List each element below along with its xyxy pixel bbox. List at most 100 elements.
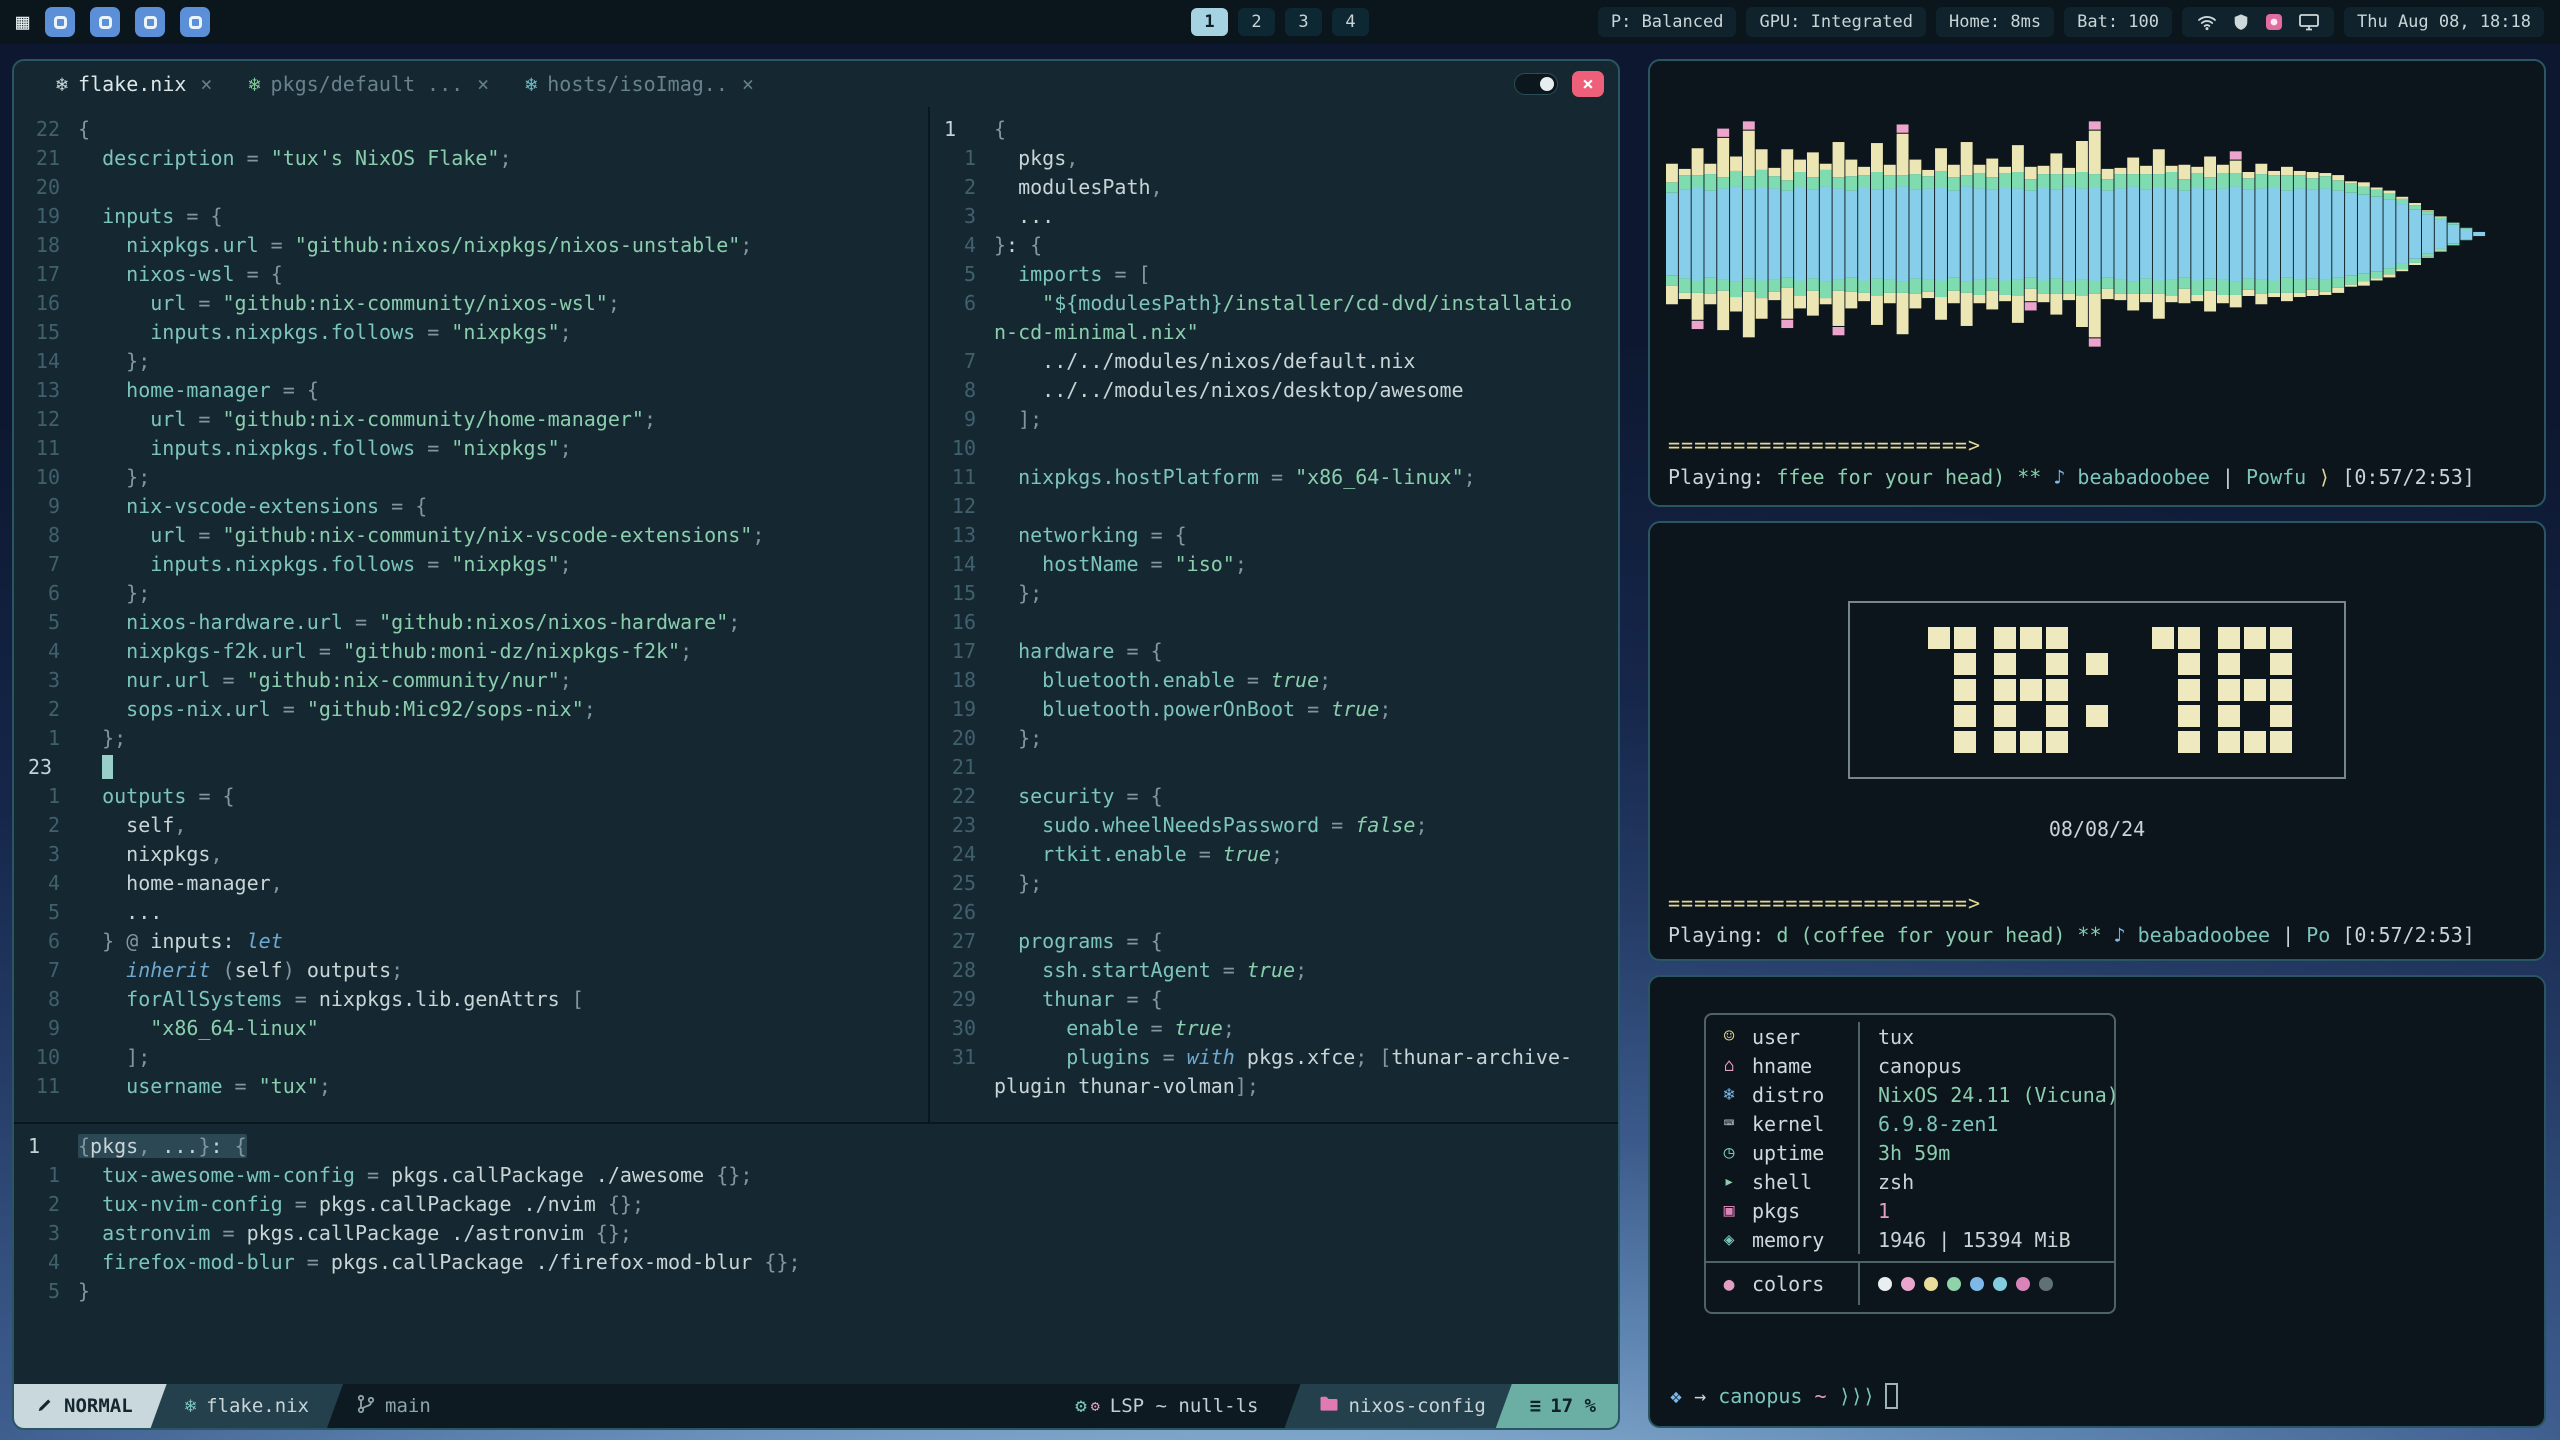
line-number: 14 bbox=[930, 550, 994, 579]
code-text: ... bbox=[994, 202, 1054, 231]
code-text: }; bbox=[78, 463, 150, 492]
code-text: home-manager = { bbox=[78, 376, 319, 405]
editor-tab-2[interactable]: ❄pkgs/default ...× bbox=[248, 72, 489, 96]
app-icon[interactable] bbox=[180, 7, 210, 37]
line-number: 31 bbox=[930, 1043, 994, 1072]
project-label: nixos-config bbox=[1349, 1395, 1486, 1417]
code-text: rtkit.enable = true; bbox=[994, 840, 1283, 869]
status-pill-0: P: Balanced bbox=[1598, 7, 1737, 37]
tab-close-icon[interactable]: × bbox=[477, 72, 489, 96]
shell-prompt[interactable]: ❖ → canopus ~ ⟩⟩⟩ bbox=[1670, 1383, 1898, 1409]
statusline-right: ⚙ ⚙ LSP ~ null-ls nixos-config ≡ 17 % bbox=[1049, 1384, 1618, 1428]
app-icon[interactable] bbox=[45, 7, 75, 37]
clock-cell bbox=[1928, 627, 1950, 649]
text-segment: beabadoobee bbox=[2077, 465, 2209, 489]
code-line: plugin thunar-volman]; bbox=[930, 1072, 1618, 1101]
clock-cell bbox=[2086, 653, 2108, 675]
tab-bar: ❄flake.nix× ❄pkgs/default ...× ❄hosts/isoI… bbox=[14, 61, 1618, 107]
pane-flake-nix[interactable]: 22{21 description = "tux's NixOS Flake";… bbox=[14, 107, 930, 1122]
code-line: n-cd-minimal.nix" bbox=[930, 318, 1618, 347]
audio-visualizer bbox=[1666, 79, 2486, 389]
clock-cell bbox=[2152, 705, 2174, 727]
line-number: 4 bbox=[14, 637, 78, 666]
code-text: nix-vscode-extensions = { bbox=[78, 492, 427, 521]
tab-close-icon[interactable]: × bbox=[200, 72, 212, 96]
info-label: kernel bbox=[1752, 1109, 1858, 1138]
line-number: 8 bbox=[14, 521, 78, 550]
line-number: 21 bbox=[930, 753, 994, 782]
display-icon[interactable] bbox=[2298, 12, 2320, 32]
code-line: 7 ../../modules/nixos/default.nix bbox=[930, 347, 1618, 376]
code-text: forAllSystems = nixpkgs.lib.genAttrs [ bbox=[78, 985, 584, 1014]
line-number: 1 bbox=[14, 1132, 78, 1161]
code-text: ]; bbox=[994, 405, 1042, 434]
position-label: 17 % bbox=[1550, 1395, 1596, 1417]
code-text: "${modulesPath}/installer/cd-dvd/install… bbox=[994, 289, 1572, 318]
code-line: 8 forAllSystems = nixpkgs.lib.genAttrs [ bbox=[14, 985, 928, 1014]
code-text: url = "github:nix-community/home-manager… bbox=[78, 405, 656, 434]
code-text: username = "tux"; bbox=[78, 1072, 331, 1101]
line-number: 13 bbox=[930, 521, 994, 550]
launcher-grid-icon[interactable]: ▦ bbox=[16, 10, 29, 35]
code-text: }; bbox=[994, 869, 1042, 898]
code-line: 12 bbox=[930, 492, 1618, 521]
clock-cell bbox=[1954, 627, 1976, 649]
tag-3[interactable]: 3 bbox=[1285, 8, 1322, 36]
titlebar-toggle[interactable] bbox=[1514, 73, 1558, 95]
info-row-shell: ▸shellzsh bbox=[1706, 1167, 2114, 1196]
app-icon[interactable] bbox=[135, 7, 165, 37]
line-number: 1 bbox=[14, 782, 78, 811]
info-row-memory: ◈memory1946 | 15394 MiB bbox=[1706, 1225, 2114, 1254]
window-close-button[interactable]: × bbox=[1572, 71, 1604, 97]
clock-cell bbox=[1902, 679, 1924, 701]
line-number: 27 bbox=[930, 927, 994, 956]
info-value: 6.9.8-zen1 bbox=[1858, 1109, 2114, 1138]
clock-cell bbox=[2244, 705, 2266, 727]
line-number: 12 bbox=[14, 405, 78, 434]
line-number: 1 bbox=[930, 144, 994, 173]
git-branch: main bbox=[343, 1384, 453, 1428]
clock-cell bbox=[2086, 705, 2108, 727]
line-number: 15 bbox=[930, 579, 994, 608]
line-number: 25 bbox=[930, 869, 994, 898]
info-value: canopus bbox=[1858, 1051, 2114, 1080]
code-text: nur.url = "github:nix-community/nur"; bbox=[78, 666, 572, 695]
text-segment bbox=[2330, 923, 2342, 947]
code-line: 2 self, bbox=[14, 811, 928, 840]
code-line: 9 ]; bbox=[930, 405, 1618, 434]
code-text: } bbox=[78, 1277, 90, 1306]
shield-icon[interactable] bbox=[2232, 12, 2250, 32]
clock-cell bbox=[1994, 679, 2016, 701]
pane-iso-image[interactable]: 1{1 pkgs,2 modulesPath,3 ...4}: {5 impor… bbox=[930, 107, 1618, 1122]
clock-digit bbox=[1902, 627, 1976, 753]
tab-close-icon[interactable]: × bbox=[742, 72, 754, 96]
pane-pkgs-default[interactable]: 1{pkgs, ...}: {1 tux-awesome-wm-config =… bbox=[14, 1122, 1618, 1384]
line-number: 9 bbox=[14, 1014, 78, 1043]
line-number: 4 bbox=[930, 231, 994, 260]
wifi-icon[interactable] bbox=[2196, 12, 2218, 32]
code-text: } @ inputs: let bbox=[78, 927, 283, 956]
code-line: 10 bbox=[930, 434, 1618, 463]
separator-line: =======================> bbox=[1668, 891, 1981, 915]
tag-2[interactable]: 2 bbox=[1238, 8, 1275, 36]
color-dot bbox=[1970, 1277, 1984, 1291]
clock-cell bbox=[2178, 679, 2200, 701]
line-number: 14 bbox=[14, 347, 78, 376]
code-line: 2 sops-nix.url = "github:Mic92/sops-nix"… bbox=[14, 695, 928, 724]
clock-cell bbox=[2020, 679, 2042, 701]
code-text: self, bbox=[78, 811, 186, 840]
tag-1[interactable]: 1 bbox=[1191, 8, 1228, 36]
tag-4[interactable]: 4 bbox=[1332, 8, 1369, 36]
color-picker-icon[interactable] bbox=[2264, 12, 2284, 32]
line-number: 3 bbox=[14, 666, 78, 695]
info-row-hname: ⌂hnamecanopus bbox=[1706, 1051, 2114, 1080]
info-row-colors: ●colors bbox=[1706, 1261, 2114, 1305]
code-text: ../../modules/nixos/desktop/awesome bbox=[994, 376, 1464, 405]
app-icon[interactable] bbox=[90, 7, 120, 37]
info-value: 3h 59m bbox=[1858, 1138, 2114, 1167]
code-text: sops-nix.url = "github:Mic92/sops-nix"; bbox=[78, 695, 596, 724]
editor-tab-3[interactable]: ❄hosts/isoImag..× bbox=[525, 72, 754, 96]
editor-tab-1[interactable]: ❄flake.nix× bbox=[56, 72, 212, 96]
clock-cell bbox=[2152, 653, 2174, 675]
code-line: 21 bbox=[930, 753, 1618, 782]
